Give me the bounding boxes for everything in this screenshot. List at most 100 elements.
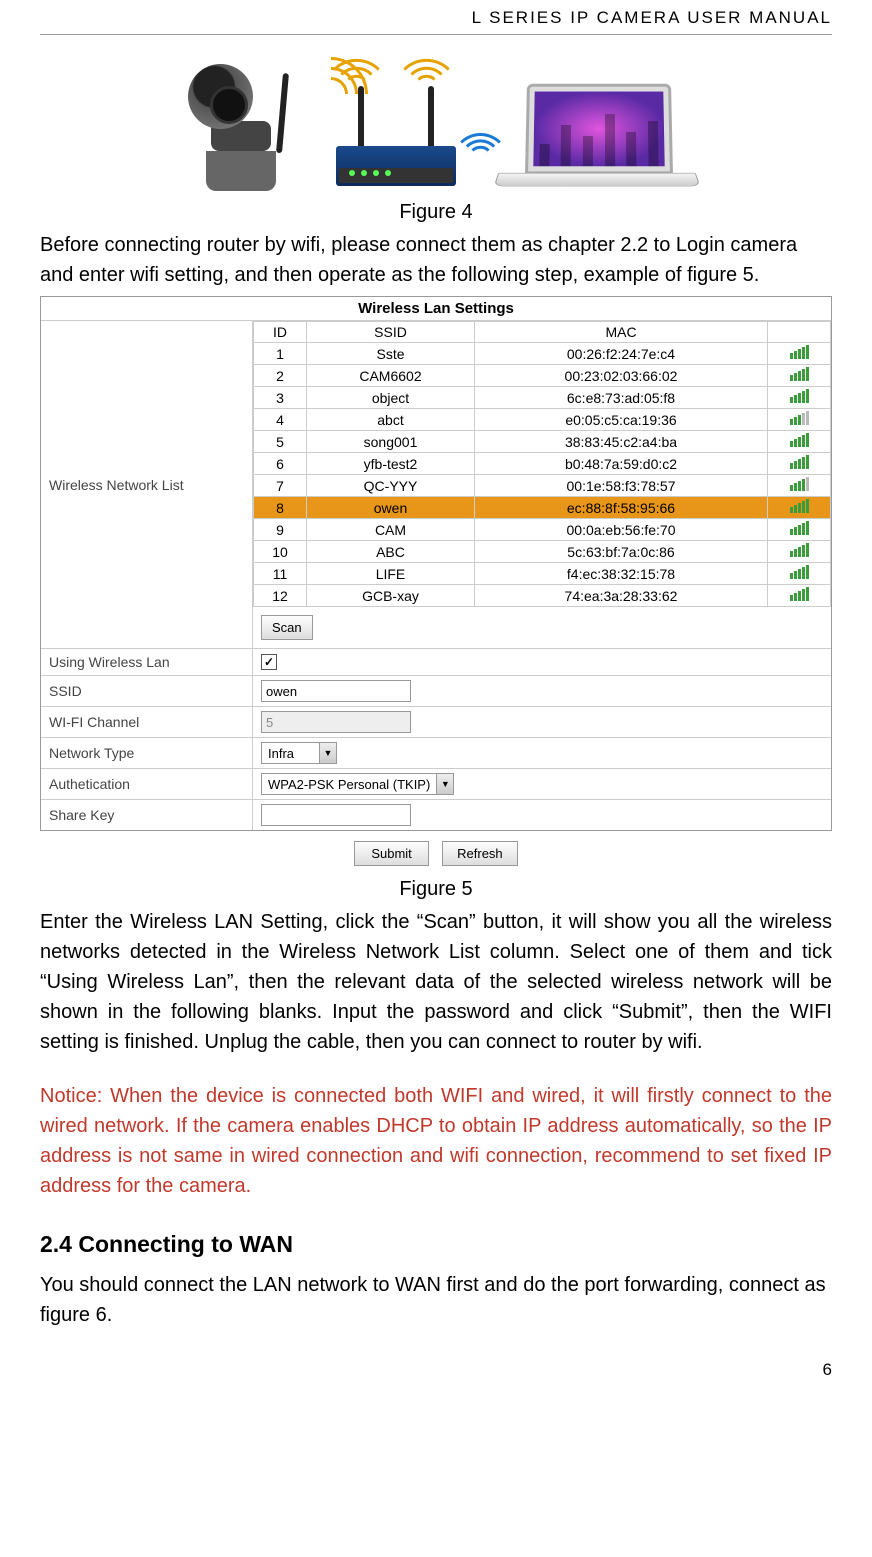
cell-signal bbox=[768, 453, 831, 475]
cell-id: 2 bbox=[254, 365, 307, 387]
cell-ssid: ABC bbox=[307, 541, 475, 563]
cell-ssid: LIFE bbox=[307, 563, 475, 585]
share-key-input[interactable] bbox=[261, 804, 411, 826]
cell-signal bbox=[768, 431, 831, 453]
cell-signal bbox=[768, 497, 831, 519]
col-id: ID bbox=[254, 322, 307, 343]
cell-mac: 00:26:f2:24:7e:c4 bbox=[475, 343, 768, 365]
network-row[interactable]: 10ABC5c:63:bf:7a:0c:86 bbox=[254, 541, 831, 563]
cell-id: 6 bbox=[254, 453, 307, 475]
channel-label: WI-FI Channel bbox=[41, 707, 253, 737]
network-row[interactable]: 9CAM00:0a:eb:56:fe:70 bbox=[254, 519, 831, 541]
col-signal bbox=[768, 322, 831, 343]
network-row[interactable]: 1Sste00:26:f2:24:7e:c4 bbox=[254, 343, 831, 365]
cell-ssid: owen bbox=[307, 497, 475, 519]
network-row[interactable]: 12GCB-xay74:ea:3a:28:33:62 bbox=[254, 585, 831, 607]
signal-icon bbox=[790, 345, 809, 359]
cell-ssid: yfb-test2 bbox=[307, 453, 475, 475]
cell-id: 8 bbox=[254, 497, 307, 519]
network-row[interactable]: 3object6c:e8:73:ad:05:f8 bbox=[254, 387, 831, 409]
router-icon bbox=[326, 86, 466, 191]
signal-icon bbox=[790, 521, 809, 535]
using-wireless-checkbox[interactable]: ✓ bbox=[261, 654, 277, 670]
network-list-label: Wireless Network List bbox=[41, 321, 253, 648]
cell-mac: 6c:e8:73:ad:05:f8 bbox=[475, 387, 768, 409]
cell-ssid: CAM6602 bbox=[307, 365, 475, 387]
cell-ssid: abct bbox=[307, 409, 475, 431]
ip-camera-icon bbox=[176, 56, 296, 191]
notice-paragraph: Notice: When the device is connected bot… bbox=[40, 1081, 832, 1201]
ssid-input[interactable]: owen bbox=[261, 680, 411, 702]
cell-ssid: song001 bbox=[307, 431, 475, 453]
auth-select[interactable]: WPA2-PSK Personal (TKIP) ▼ bbox=[261, 773, 454, 795]
network-row[interactable]: 7QC-YYY00:1e:58:f3:78:57 bbox=[254, 475, 831, 497]
signal-icon bbox=[790, 543, 809, 557]
cell-id: 12 bbox=[254, 585, 307, 607]
cell-mac: 00:23:02:03:66:02 bbox=[475, 365, 768, 387]
refresh-button[interactable]: Refresh bbox=[442, 841, 518, 866]
cell-ssid: CAM bbox=[307, 519, 475, 541]
network-row[interactable]: 5song00138:83:45:c2:a4:ba bbox=[254, 431, 831, 453]
settings-title: Wireless Lan Settings bbox=[41, 297, 831, 321]
cell-signal bbox=[768, 541, 831, 563]
cell-id: 11 bbox=[254, 563, 307, 585]
cell-signal bbox=[768, 365, 831, 387]
cell-id: 7 bbox=[254, 475, 307, 497]
cell-mac: 00:1e:58:f3:78:57 bbox=[475, 475, 768, 497]
figure-caption: Figure 5 bbox=[40, 878, 832, 901]
cell-signal bbox=[768, 343, 831, 365]
figure-caption: Figure 4 bbox=[40, 201, 832, 224]
cell-ssid: object bbox=[307, 387, 475, 409]
connection-diagram bbox=[40, 53, 832, 193]
main-paragraph: Enter the Wireless LAN Setting, click th… bbox=[40, 907, 832, 1057]
cell-ssid: GCB-xay bbox=[307, 585, 475, 607]
cell-id: 4 bbox=[254, 409, 307, 431]
signal-icon bbox=[790, 477, 809, 491]
col-ssid: SSID bbox=[307, 322, 475, 343]
cell-mac: 00:0a:eb:56:fe:70 bbox=[475, 519, 768, 541]
cell-mac: b0:48:7a:59:d0:c2 bbox=[475, 453, 768, 475]
wireless-settings-screenshot: Wireless Lan Settings Wireless Network L… bbox=[40, 296, 832, 831]
signal-icon bbox=[790, 433, 809, 447]
scan-button[interactable]: Scan bbox=[261, 615, 313, 640]
network-row[interactable]: 11LIFEf4:ec:38:32:15:78 bbox=[254, 563, 831, 585]
cell-signal bbox=[768, 519, 831, 541]
section-heading: 2.4 Connecting to WAN bbox=[40, 1231, 832, 1258]
cell-signal bbox=[768, 563, 831, 585]
cell-mac: 5c:63:bf:7a:0c:86 bbox=[475, 541, 768, 563]
channel-input: 5 bbox=[261, 711, 411, 733]
network-row[interactable]: 6yfb-test2b0:48:7a:59:d0:c2 bbox=[254, 453, 831, 475]
ssid-label: SSID bbox=[41, 676, 253, 706]
network-row[interactable]: 4abcte0:05:c5:ca:19:36 bbox=[254, 409, 831, 431]
signal-icon bbox=[790, 367, 809, 381]
cell-signal bbox=[768, 409, 831, 431]
signal-icon bbox=[790, 455, 809, 469]
signal-icon bbox=[790, 389, 809, 403]
chevron-down-icon: ▼ bbox=[319, 743, 336, 763]
wan-paragraph: You should connect the LAN network to WA… bbox=[40, 1270, 832, 1330]
cell-mac: f4:ec:38:32:15:78 bbox=[475, 563, 768, 585]
cell-ssid: Sste bbox=[307, 343, 475, 365]
cell-id: 10 bbox=[254, 541, 307, 563]
cell-id: 1 bbox=[254, 343, 307, 365]
laptop-icon bbox=[496, 83, 696, 193]
network-row[interactable]: 8owenec:88:8f:58:95:66 bbox=[254, 497, 831, 519]
wireless-network-table: ID SSID MAC 1Sste00:26:f2:24:7e:c42CAM66… bbox=[253, 321, 831, 607]
auth-label: Authetication bbox=[41, 769, 253, 799]
network-type-label: Network Type bbox=[41, 738, 253, 768]
network-row[interactable]: 2CAM660200:23:02:03:66:02 bbox=[254, 365, 831, 387]
submit-button[interactable]: Submit bbox=[354, 841, 428, 866]
cell-id: 9 bbox=[254, 519, 307, 541]
cell-ssid: QC-YYY bbox=[307, 475, 475, 497]
network-type-select[interactable]: Infra ▼ bbox=[261, 742, 337, 764]
cell-mac: 74:ea:3a:28:33:62 bbox=[475, 585, 768, 607]
cell-signal bbox=[768, 387, 831, 409]
share-key-label: Share Key bbox=[41, 800, 253, 830]
cell-id: 5 bbox=[254, 431, 307, 453]
cell-id: 3 bbox=[254, 387, 307, 409]
cell-mac: e0:05:c5:ca:19:36 bbox=[475, 409, 768, 431]
intro-paragraph: Before connecting router by wifi, please… bbox=[40, 230, 832, 290]
cell-signal bbox=[768, 475, 831, 497]
signal-icon bbox=[790, 499, 809, 513]
cell-mac: 38:83:45:c2:a4:ba bbox=[475, 431, 768, 453]
